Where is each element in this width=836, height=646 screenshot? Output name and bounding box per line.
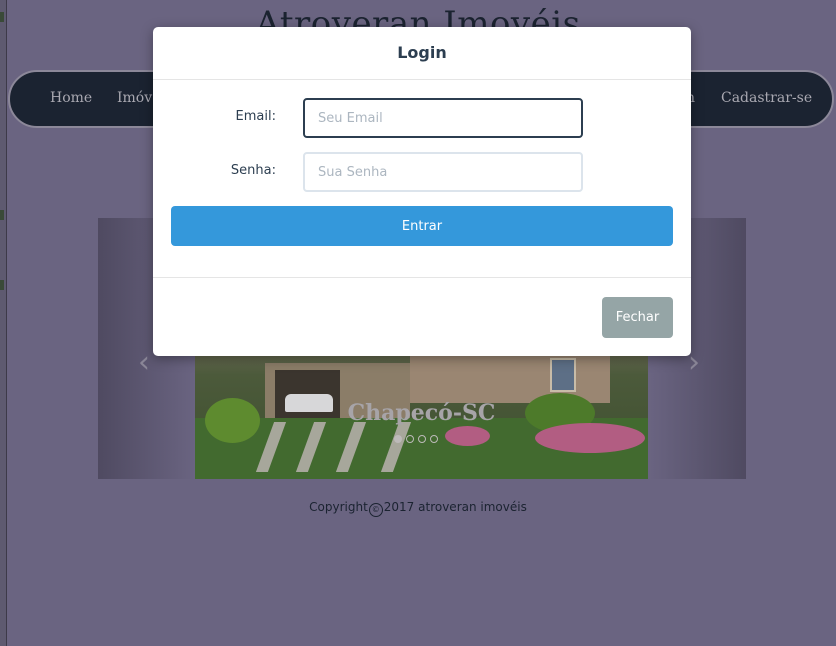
chevron-left-icon[interactable]: ‹ [138, 348, 150, 378]
copyright-prefix: Copyright [309, 500, 368, 514]
password-label: Senha: [230, 163, 276, 178]
nav-item-cadastrar[interactable]: Cadastrar-se [721, 90, 812, 106]
close-button[interactable]: Fechar [602, 297, 673, 338]
carousel-indicator[interactable] [430, 435, 438, 443]
password-field[interactable] [303, 152, 583, 192]
carousel-indicator[interactable] [418, 435, 426, 443]
nav-item-home[interactable]: Home [50, 90, 92, 106]
edge-mark [0, 280, 4, 290]
login-modal: Login Email: Senha: Entrar Fechar [153, 27, 691, 356]
copyright-text: 2017 atroveran imovéis [383, 500, 527, 514]
flowers-illustration [535, 423, 645, 453]
email-label: Email: [235, 109, 276, 124]
carousel-indicator[interactable] [406, 435, 414, 443]
carousel-indicators [394, 435, 438, 443]
nav-item-imoveis[interactable]: Imóv [117, 90, 152, 106]
flowers-illustration [445, 426, 490, 446]
email-field[interactable] [303, 98, 583, 138]
carousel-indicator[interactable] [394, 435, 402, 443]
porch-illustration [410, 353, 610, 403]
slide-caption: Chapecó-SC [347, 400, 496, 426]
modal-footer: Fechar [153, 277, 691, 357]
modal-header: Login [153, 27, 691, 80]
window-edge [0, 0, 7, 646]
footer-copyright: Copyright © 2017 atroveran imovéis [0, 500, 836, 517]
window-illustration [550, 358, 576, 392]
submit-button[interactable]: Entrar [171, 206, 673, 246]
modal-title: Login [397, 43, 447, 62]
edge-mark [0, 210, 4, 220]
copyright-icon: © [368, 503, 383, 517]
